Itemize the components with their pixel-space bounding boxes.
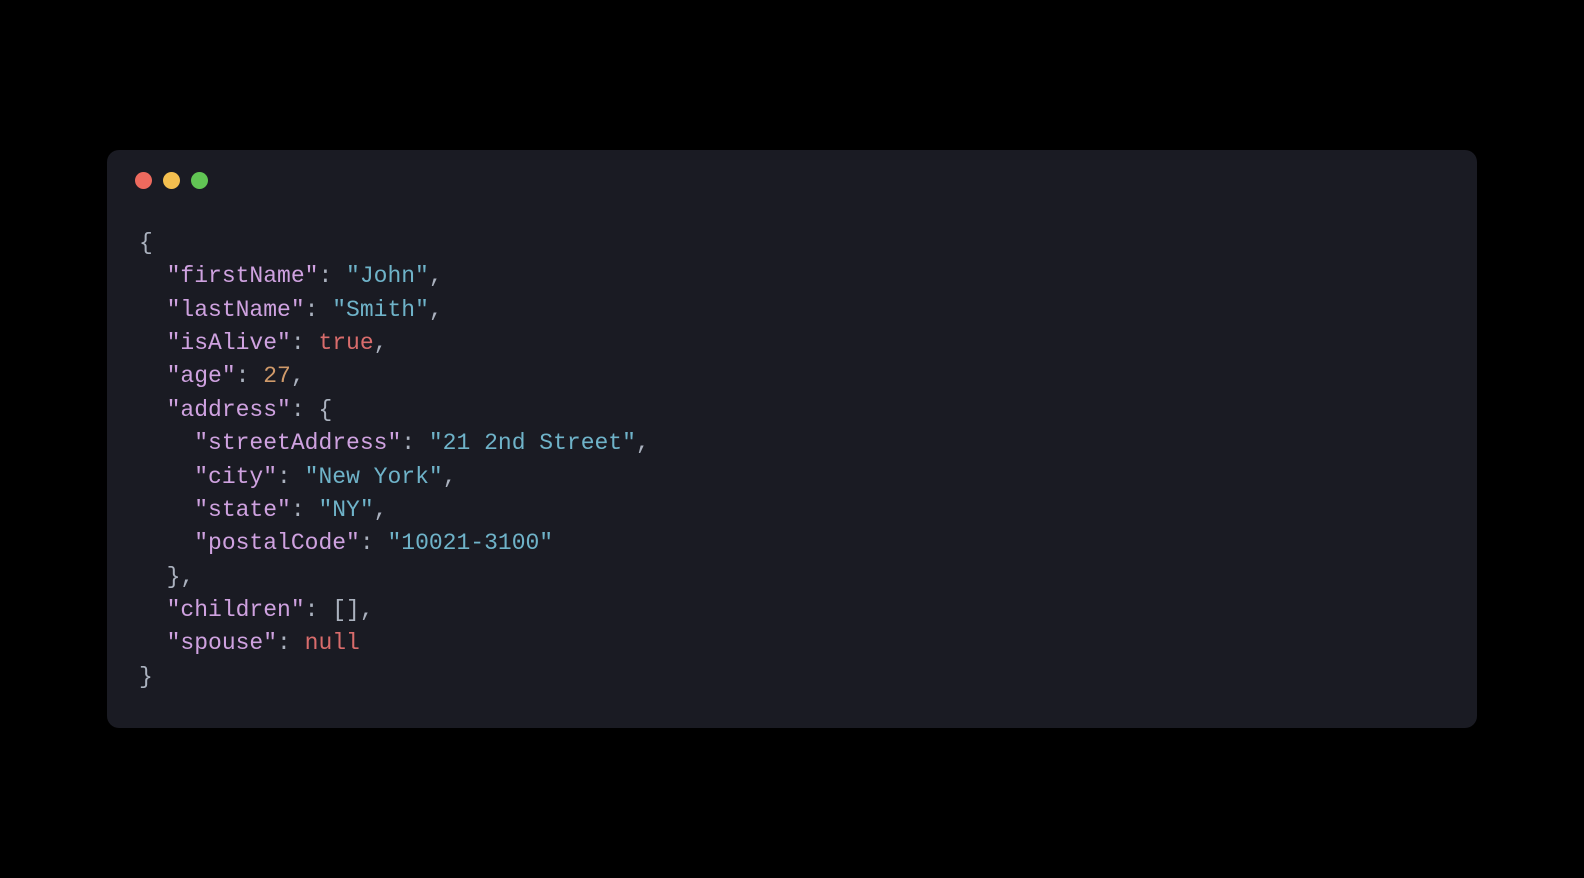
token-colon: : [318, 263, 346, 289]
token-colon: : [291, 397, 319, 423]
token-comma: , [429, 297, 443, 323]
token-key: "state" [194, 497, 291, 523]
token-colon: : [360, 530, 388, 556]
code-line: "spouse": null [139, 627, 1453, 660]
code-line: "streetAddress": "21 2nd Street", [139, 427, 1453, 460]
token-colon: : [236, 363, 264, 389]
token-key: "age" [167, 363, 236, 389]
token-comma: , [443, 464, 457, 490]
token-brace: { [318, 397, 332, 423]
close-icon[interactable] [135, 172, 152, 189]
token-colon: : [291, 330, 319, 356]
token-null: null [305, 630, 360, 656]
token-comma: , [429, 263, 443, 289]
token-bool: true [318, 330, 373, 356]
token-colon: : [305, 297, 333, 323]
token-key: "spouse" [167, 630, 277, 656]
token-colon: : [277, 464, 305, 490]
token-key: "postalCode" [194, 530, 360, 556]
code-line: "firstName": "John", [139, 260, 1453, 293]
token-key: "streetAddress" [194, 430, 401, 456]
token-comma: , [374, 330, 388, 356]
code-line: "isAlive": true, [139, 327, 1453, 360]
code-block: { "firstName": "John", "lastName": "Smit… [131, 227, 1453, 694]
token-comma: , [180, 564, 194, 590]
token-key: "lastName" [167, 297, 305, 323]
code-line: "age": 27, [139, 360, 1453, 393]
code-line: } [139, 661, 1453, 694]
code-line: }, [139, 561, 1453, 594]
token-string: "NY" [318, 497, 373, 523]
token-comma: , [636, 430, 650, 456]
minimize-icon[interactable] [163, 172, 180, 189]
token-comma: , [360, 597, 374, 623]
token-string: "New York" [305, 464, 443, 490]
code-line: "address": { [139, 394, 1453, 427]
code-line: "postalCode": "10021-3100" [139, 527, 1453, 560]
token-colon: : [277, 630, 305, 656]
token-key: "children" [167, 597, 305, 623]
token-comma: , [374, 497, 388, 523]
token-string: "John" [346, 263, 429, 289]
code-line: { [139, 227, 1453, 260]
token-colon: : [401, 430, 429, 456]
window-titlebar [131, 170, 1453, 189]
token-string: "Smith" [332, 297, 429, 323]
token-key: "city" [194, 464, 277, 490]
token-string: "10021-3100" [387, 530, 553, 556]
token-key: "isAlive" [167, 330, 291, 356]
token-string: "21 2nd Street" [429, 430, 636, 456]
code-line: "children": [], [139, 594, 1453, 627]
code-window: { "firstName": "John", "lastName": "Smit… [107, 150, 1477, 728]
token-key: "firstName" [167, 263, 319, 289]
code-line: "state": "NY", [139, 494, 1453, 527]
code-line: "city": "New York", [139, 461, 1453, 494]
code-line: "lastName": "Smith", [139, 294, 1453, 327]
token-brace: } [139, 664, 153, 690]
token-brace: } [167, 564, 181, 590]
token-colon: : [291, 497, 319, 523]
zoom-icon[interactable] [191, 172, 208, 189]
token-colon: : [305, 597, 333, 623]
token-comma: , [291, 363, 305, 389]
token-number: 27 [263, 363, 291, 389]
token-key: "address" [167, 397, 291, 423]
token-bracket: [] [332, 597, 360, 623]
token-brace: { [139, 230, 153, 256]
